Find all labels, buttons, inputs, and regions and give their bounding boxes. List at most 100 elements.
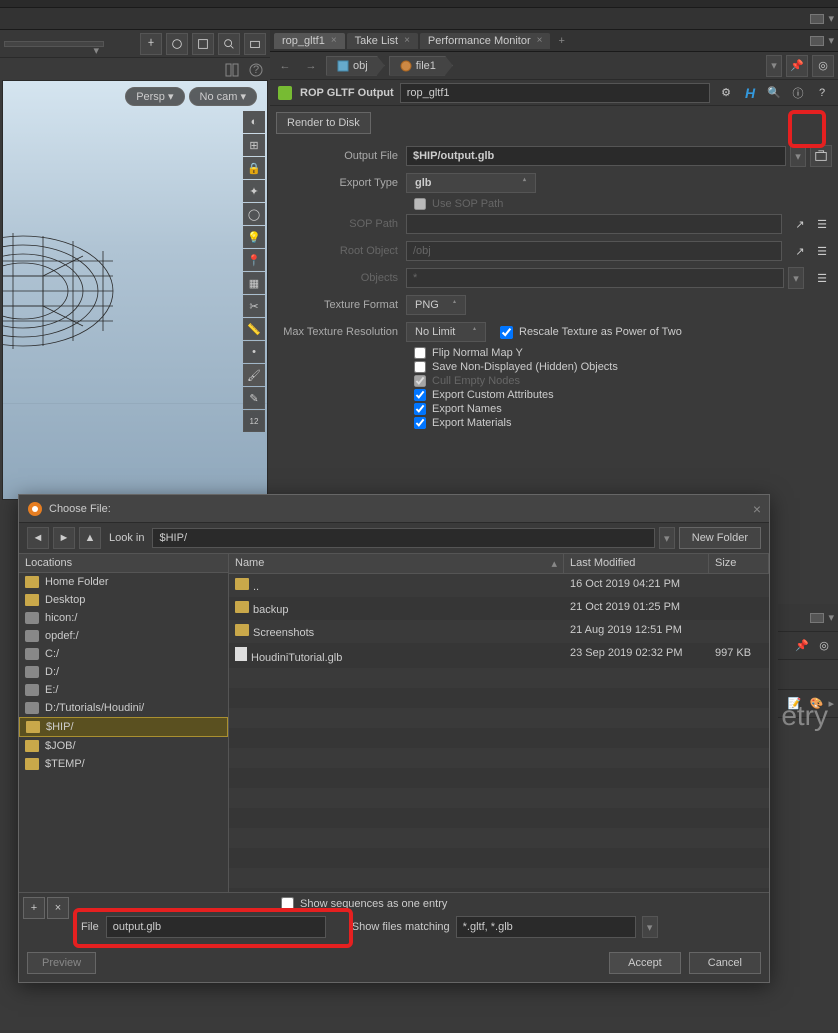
op-chooser-icon[interactable]: ↗: [790, 241, 810, 261]
layout-icon[interactable]: [222, 60, 242, 80]
cam-dropdown[interactable]: No cam ▾: [189, 87, 257, 106]
tab-rop-gltf1[interactable]: rop_gltf1×: [274, 33, 345, 49]
look-in-dropdown[interactable]: ▾: [659, 527, 675, 549]
objects-dropdown[interactable]: ▾: [788, 267, 804, 289]
location-item[interactable]: Home Folder: [19, 573, 228, 591]
export-names-checkbox[interactable]: [414, 403, 426, 415]
tool-sphere[interactable]: ◯: [243, 203, 265, 225]
menu-caret[interactable]: ▾: [828, 12, 834, 25]
nav-fwd[interactable]: ►: [53, 527, 75, 549]
help-icon[interactable]: ?: [812, 83, 832, 103]
col-size[interactable]: Size: [709, 554, 769, 573]
info-icon[interactable]: ⓘ: [788, 83, 808, 103]
output-file-history[interactable]: ▾: [790, 145, 806, 167]
remove-location-button[interactable]: ×: [47, 897, 69, 919]
add-location-button[interactable]: +: [23, 897, 45, 919]
nav-up[interactable]: ▲: [79, 527, 101, 549]
tool-pen[interactable]: ✎: [243, 387, 265, 409]
close-icon[interactable]: ×: [404, 35, 410, 46]
op-menu-icon[interactable]: ☰: [812, 214, 832, 234]
location-item[interactable]: $TEMP/: [19, 755, 228, 773]
file-name-input[interactable]: [106, 916, 326, 938]
flip-normal-checkbox[interactable]: [414, 347, 426, 359]
output-file-input[interactable]: [406, 146, 786, 166]
gear-icon[interactable]: ⚙: [716, 83, 736, 103]
view-dropdown[interactable]: [4, 41, 104, 47]
tab-take-list[interactable]: Take List×: [347, 33, 418, 49]
dialog-close-button[interactable]: ×: [753, 501, 761, 517]
location-item[interactable]: $JOB/: [19, 737, 228, 755]
tool-brush[interactable]: 🖌: [243, 364, 265, 386]
col-name[interactable]: Name ▴: [229, 554, 564, 573]
close-icon[interactable]: ×: [537, 35, 543, 46]
show-sequences-checkbox[interactable]: [281, 897, 294, 910]
location-item[interactable]: Desktop: [19, 591, 228, 609]
preview-button[interactable]: Preview: [27, 952, 96, 974]
max-tex-select[interactable]: No Limit: [406, 322, 486, 342]
location-item[interactable]: hicon:/: [19, 609, 228, 627]
op-menu-icon[interactable]: ☰: [812, 241, 832, 261]
location-item[interactable]: D:/: [19, 663, 228, 681]
accept-button[interactable]: Accept: [609, 952, 681, 974]
crumb-file1[interactable]: file1: [389, 56, 453, 76]
tool-axis[interactable]: ✦: [243, 180, 265, 202]
search-icon[interactable]: [218, 33, 240, 55]
pin-icon[interactable]: 📌: [786, 55, 808, 77]
nav-back[interactable]: ←: [274, 55, 296, 77]
add-tab[interactable]: +: [552, 35, 570, 47]
search-icon[interactable]: 🔍: [764, 83, 784, 103]
tool-pin[interactable]: 📍: [243, 249, 265, 271]
tool-bg[interactable]: ▦: [243, 272, 265, 294]
persp-dropdown[interactable]: Persp ▾: [125, 87, 184, 106]
tool-lock[interactable]: 🔒: [243, 157, 265, 179]
location-item[interactable]: E:/: [19, 681, 228, 699]
cube-icon[interactable]: [192, 33, 214, 55]
location-item[interactable]: opdef:/: [19, 627, 228, 645]
nav-fwd[interactable]: →: [300, 55, 322, 77]
rescale-checkbox[interactable]: [500, 326, 513, 339]
export-custom-checkbox[interactable]: [414, 389, 426, 401]
cancel-button[interactable]: Cancel: [689, 952, 761, 974]
pin-icon[interactable]: 📌: [792, 636, 812, 656]
history-dropdown[interactable]: ▾: [766, 55, 782, 77]
export-materials-checkbox[interactable]: [414, 417, 426, 429]
tool-num[interactable]: 12: [243, 410, 265, 432]
op-chooser-icon[interactable]: ↗: [790, 214, 810, 234]
filter-input[interactable]: [456, 916, 636, 938]
crumb-obj[interactable]: obj: [326, 56, 385, 76]
tool-cut[interactable]: ✂: [243, 295, 265, 317]
file-row[interactable]: backup21 Oct 2019 01:25 PM: [229, 597, 769, 620]
export-type-select[interactable]: glb: [406, 173, 536, 193]
houdini-icon[interactable]: H: [740, 83, 760, 103]
viewport[interactable]: Persp ▾ No cam ▾ ◐ ⊞: [2, 80, 268, 500]
target-icon[interactable]: ◎: [814, 636, 834, 656]
render-to-disk-button[interactable]: Render to Disk: [276, 112, 371, 134]
target-icon[interactable]: ◎: [812, 55, 834, 77]
save-hidden-checkbox[interactable]: [414, 361, 426, 373]
file-chooser-button[interactable]: [810, 145, 832, 167]
node-name-input[interactable]: [400, 83, 710, 103]
nav-back[interactable]: ◄: [27, 527, 49, 549]
tool-wire[interactable]: ⊞: [243, 134, 265, 156]
location-item[interactable]: C:/: [19, 645, 228, 663]
pin-icon[interactable]: [140, 33, 162, 55]
tool-shade[interactable]: ◐: [243, 111, 265, 133]
help-icon[interactable]: ?: [246, 60, 266, 80]
file-row[interactable]: Screenshots21 Aug 2019 12:51 PM: [229, 620, 769, 643]
filter-dropdown[interactable]: ▾: [642, 916, 658, 938]
file-row[interactable]: ..16 Oct 2019 04:21 PM: [229, 574, 769, 597]
tab-perf-monitor[interactable]: Performance Monitor×: [420, 33, 551, 49]
file-row[interactable]: HoudiniTutorial.glb23 Sep 2019 02:32 PM9…: [229, 643, 769, 668]
dock-icon[interactable]: [810, 36, 824, 46]
look-in-input[interactable]: [152, 528, 654, 548]
op-menu-icon[interactable]: ☰: [812, 268, 832, 288]
col-modified[interactable]: Last Modified: [564, 554, 709, 573]
texture-format-select[interactable]: PNG: [406, 295, 466, 315]
new-folder-button[interactable]: New Folder: [679, 527, 761, 549]
location-item[interactable]: D:/Tutorials/Houdini/: [19, 699, 228, 717]
tool-light[interactable]: 💡: [243, 226, 265, 248]
tool-measure[interactable]: 📏: [243, 318, 265, 340]
location-item[interactable]: $HIP/: [19, 717, 228, 737]
tool-dot[interactable]: •: [243, 341, 265, 363]
target-icon[interactable]: [166, 33, 188, 55]
